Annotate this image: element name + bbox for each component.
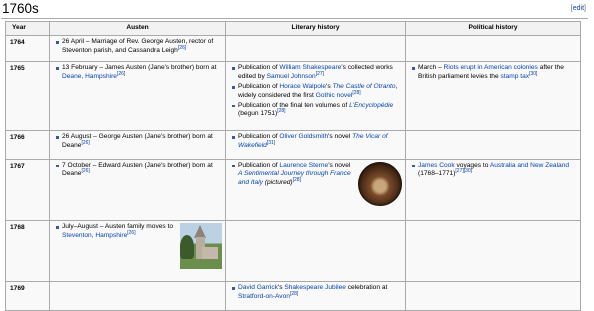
work-link[interactable]: L'Encyclopédie — [349, 102, 393, 109]
citation-link[interactable]: [26] — [178, 44, 186, 50]
list-item: Publication of the final ten volumes of … — [232, 102, 402, 119]
year-cell: 1766 — [5, 130, 50, 160]
author-link[interactable]: Laurence Sterne — [279, 162, 328, 169]
table-row: 1766 26 August – George Austen (Jane's b… — [5, 130, 581, 160]
austen-cell: 7 October – Edward Austen (Jane's brothe… — [49, 158, 226, 222]
person-link[interactable]: David Garrick — [238, 284, 278, 291]
austen-cell: July–August – Austen family moves to Ste… — [49, 220, 226, 283]
author-link[interactable]: Horace Walpole — [279, 83, 326, 90]
place-link[interactable]: Steventon, Hampshire — [62, 232, 127, 239]
citation-link[interactable]: [26] — [81, 140, 89, 146]
citation-link[interactable]: [30] — [464, 168, 472, 174]
list-item: James Cook voyages to Australia and New … — [412, 162, 577, 179]
header-political: Political history — [405, 21, 581, 36]
header-austen: Austen — [49, 21, 226, 36]
author-link[interactable]: William Shakespeare — [279, 64, 341, 71]
political-cell: March – Riots erupt in American colonies… — [405, 61, 581, 132]
year-cell: 1768 — [5, 220, 50, 283]
table-row: 1768 July–August – Austen family moves t… — [5, 220, 581, 283]
political-cell — [405, 220, 581, 283]
citation-link[interactable]: [27] — [455, 168, 463, 174]
citation-link[interactable]: [30] — [529, 71, 537, 77]
table-row: 1765 13 February – James Austen (Jane's … — [5, 61, 581, 132]
year-cell: 1769 — [5, 281, 50, 311]
section-title: 1760s — [2, 1, 39, 16]
citation-link[interactable]: [26] — [81, 168, 89, 174]
political-cell: James Cook voyages to Australia and New … — [405, 158, 581, 222]
edit-section: [edit] — [570, 5, 586, 12]
list-item: March – Riots erupt in American colonies… — [412, 64, 577, 81]
section-heading: 1760s [edit] — [1, 0, 588, 19]
literary-cell: David Garrick's Shakespeare Jubilee cele… — [225, 281, 406, 311]
austen-cell: 26 August – George Austen (Jane's brothe… — [49, 130, 226, 160]
list-item: 7 October – Edward Austen (Jane's brothe… — [56, 162, 222, 179]
year-cell: 1764 — [5, 34, 50, 63]
citation-link[interactable]: [27] — [316, 71, 324, 77]
literary-cell: Publication of Laurence Sterne's novel A… — [225, 158, 406, 222]
list-item: David Garrick's Shakespeare Jubilee cele… — [232, 284, 402, 301]
austen-cell: 26 April – Marriage of Rev. George Auste… — [49, 34, 226, 63]
citation-link[interactable]: [31] — [267, 140, 275, 146]
literary-cell: Publication of William Shakespeare's col… — [225, 61, 406, 132]
citation-link[interactable]: [26] — [117, 71, 125, 77]
edit-link[interactable]: edit — [573, 5, 584, 12]
literary-cell: Publication of Oliver Goldsmith's novel … — [225, 130, 406, 160]
steventon-church-photo[interactable] — [180, 223, 222, 270]
year-cell: 1767 — [5, 158, 50, 222]
author-link[interactable]: Oliver Goldsmith — [279, 133, 328, 140]
event-link[interactable]: Riots erupt in American colonies — [444, 64, 538, 71]
list-item: July–August – Austen family moves to Ste… — [56, 223, 176, 240]
list-item: 26 April – Marriage of Rev. George Auste… — [56, 38, 222, 55]
table-row: 1767 7 October – Edward Austen (Jane's b… — [5, 158, 581, 222]
citation-link[interactable]: [28] — [352, 90, 360, 96]
table-row: 1769 David Garrick's Shakespeare Jubilee… — [5, 281, 581, 311]
header-literary: Literary history — [225, 21, 406, 36]
political-cell — [405, 130, 581, 160]
literary-cell — [225, 34, 406, 63]
list-item: 13 February – James Austen (Jane's broth… — [56, 64, 222, 81]
citation-link[interactable]: [26] — [127, 229, 135, 235]
tax-link[interactable]: stamp tax — [500, 73, 529, 80]
political-cell — [405, 34, 581, 63]
list-item: Publication of William Shakespeare's col… — [232, 64, 402, 81]
timeline-table: Year Austen Literary history Political h… — [5, 21, 581, 311]
citation-link[interactable]: [28] — [277, 108, 285, 114]
list-item: Publication of Horace Walpole's The Cast… — [232, 83, 402, 100]
list-item: Publication of Laurence Sterne's novel A… — [232, 162, 354, 188]
place-link[interactable]: Australia and New Zealand — [490, 162, 569, 169]
political-cell — [405, 281, 581, 311]
editor-link[interactable]: Samuel Johnson — [267, 73, 316, 80]
citation-link[interactable]: [28] — [293, 177, 301, 183]
austen-cell: 13 February – James Austen (Jane's broth… — [49, 61, 226, 132]
explorer-link[interactable]: James Cook — [418, 162, 455, 169]
place-link[interactable]: Stratford-on-Avon — [238, 293, 290, 300]
place-link[interactable]: Deane, Hampshire — [62, 73, 117, 80]
sentimental-journey-painting[interactable] — [358, 161, 402, 206]
literary-cell — [225, 220, 406, 283]
work-link[interactable]: The Castle of Otranto — [332, 83, 395, 90]
header-year: Year — [5, 21, 50, 36]
austen-cell — [49, 281, 226, 311]
citation-link[interactable]: [28] — [290, 291, 298, 297]
list-item: 26 August – George Austen (Jane's brothe… — [56, 133, 222, 150]
genre-link[interactable]: Gothic novel — [316, 92, 353, 99]
list-item: Publication of Oliver Goldsmith's novel … — [232, 133, 402, 150]
table-row: 1764 26 April – Marriage of Rev. George … — [5, 34, 581, 63]
year-cell: 1765 — [5, 61, 50, 132]
